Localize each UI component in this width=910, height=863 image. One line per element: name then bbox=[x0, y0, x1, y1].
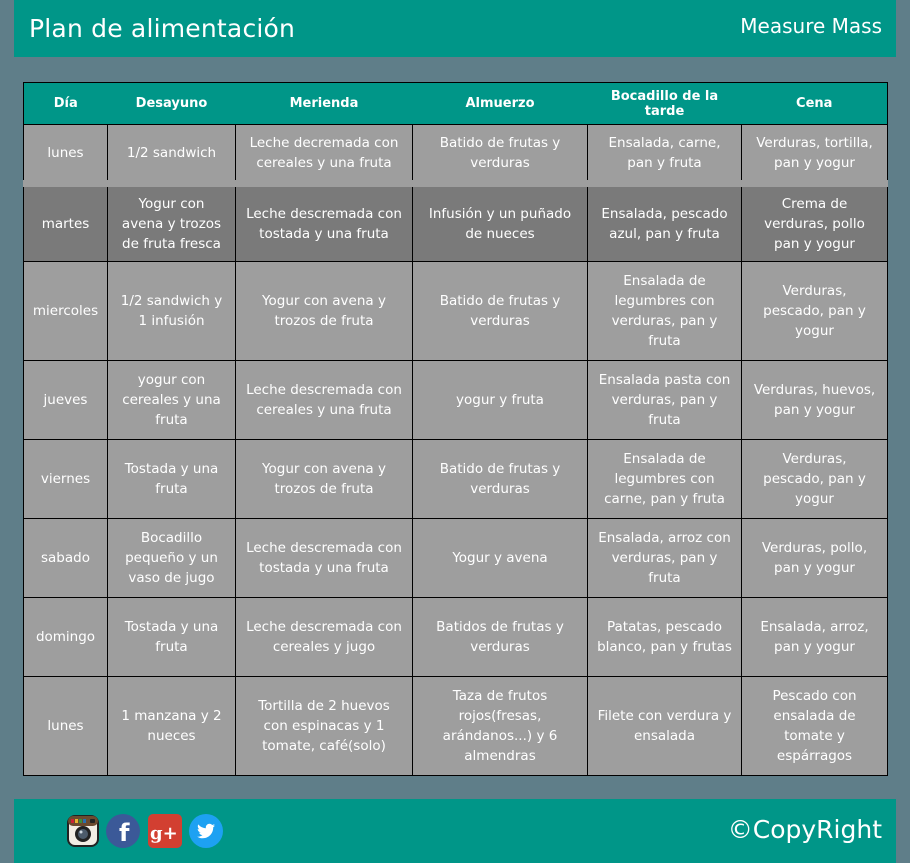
table-cell: Ensalada, pescado azul, pan y fruta bbox=[587, 180, 742, 262]
table-cell: yogur y fruta bbox=[412, 360, 588, 440]
table-cell: Batido de frutas y verduras bbox=[412, 439, 588, 519]
column-header-afternoon-snack: Bocadillo de la tarde bbox=[587, 82, 742, 125]
column-header-snack: Merienda bbox=[235, 82, 413, 125]
table-cell-day: viernes bbox=[23, 439, 108, 519]
table-cell: Ensalada, carne, pan y fruta bbox=[587, 124, 742, 184]
table-cell: Ensalada de legumbres con verduras, pan … bbox=[587, 261, 742, 361]
table-cell: Verduras, pescado, pan y yogur bbox=[741, 439, 888, 519]
table-cell: yogur con cereales y una fruta bbox=[107, 360, 236, 440]
table-row: lunes 1 manzana y 2 nueces Tortilla de 2… bbox=[23, 676, 888, 776]
table-cell-day: jueves bbox=[23, 360, 108, 440]
table-cell-day: sabado bbox=[23, 518, 108, 598]
google-plus-icon[interactable]: g+ bbox=[147, 813, 183, 849]
table-cell: Yogur con avena y trozos de fruta bbox=[235, 439, 413, 519]
table-cell: Tortilla de 2 huevos con espinacas y 1 t… bbox=[235, 676, 413, 776]
table-cell: Yogur con avena y trozos de fruta bbox=[235, 261, 413, 361]
page-title: Plan de alimentación bbox=[29, 14, 296, 43]
table-cell: Verduras, tortilla, pan y yogur bbox=[741, 124, 888, 184]
facebook-icon[interactable]: f bbox=[105, 813, 141, 849]
table-cell-day: lunes bbox=[23, 676, 108, 776]
table-cell: Yogur con avena y trozos de fruta fresca bbox=[107, 180, 236, 262]
table-cell: Verduras, pollo, pan y yogur bbox=[741, 518, 888, 598]
table-cell: Filete con verdura y ensalada bbox=[587, 676, 742, 776]
table-cell: 1 manzana y 2 nueces bbox=[107, 676, 236, 776]
table-cell: 1/2 sandwich bbox=[107, 124, 236, 184]
table-cell-day: miercoles bbox=[23, 261, 108, 361]
table-row: miercoles 1/2 sandwich y 1 infusión Yogu… bbox=[23, 261, 888, 361]
table-cell: Ensalada, arroz, pan y yogur bbox=[741, 597, 888, 677]
table-cell: Bocadillo pequeño y un vaso de jugo bbox=[107, 518, 236, 598]
table-cell: 1/2 sandwich y 1 infusión bbox=[107, 261, 236, 361]
instagram-icon[interactable] bbox=[65, 813, 101, 849]
table-header-row: Día Desayuno Merienda Almuerzo Bocadillo… bbox=[23, 82, 888, 125]
column-header-lunch: Almuerzo bbox=[412, 82, 588, 125]
table-cell: Batido de frutas y verduras bbox=[412, 124, 588, 184]
table-cell: Leche descremada con tostada y una fruta bbox=[235, 518, 413, 598]
brand-link[interactable]: Measure Mass bbox=[740, 14, 882, 38]
table-cell: Tostada y una fruta bbox=[107, 597, 236, 677]
table-cell: Ensalada de legumbres con carne, pan y f… bbox=[587, 439, 742, 519]
table-cell: Pescado con ensalada de tomate y espárra… bbox=[741, 676, 888, 776]
table-row: lunes 1/2 sandwich Leche decremada con c… bbox=[23, 124, 888, 184]
page-header: Plan de alimentación Measure Mass bbox=[14, 0, 896, 57]
table-cell: Yogur y avena bbox=[412, 518, 588, 598]
table-row: domingo Tostada y una fruta Leche descre… bbox=[23, 597, 888, 677]
meal-plan-table-container: Día Desayuno Merienda Almuerzo Bocadillo… bbox=[23, 82, 888, 776]
table-cell: Verduras, pescado, pan y yogur bbox=[741, 261, 888, 361]
meal-plan-table: Día Desayuno Merienda Almuerzo Bocadillo… bbox=[23, 82, 888, 776]
page-footer: f g+ ©CopyRight bbox=[14, 799, 896, 863]
table-row-highlighted: martes Yogur con avena y trozos de fruta… bbox=[23, 180, 888, 262]
table-row: viernes Tostada y una fruta Yogur con av… bbox=[23, 439, 888, 519]
table-cell: Ensalada, arroz con verduras, pan y frut… bbox=[587, 518, 742, 598]
google-plus-glyph: g+ bbox=[150, 823, 178, 844]
table-cell: Leche decremada con cereales y una fruta bbox=[235, 124, 413, 184]
copyright-text: ©CopyRight bbox=[727, 815, 882, 844]
table-cell: Verduras, huevos, pan y yogur bbox=[741, 360, 888, 440]
table-cell-day: domingo bbox=[23, 597, 108, 677]
table-cell: Patatas, pescado blanco, pan y frutas bbox=[587, 597, 742, 677]
table-cell: Batidos de frutas y verduras bbox=[412, 597, 588, 677]
twitter-icon[interactable] bbox=[188, 813, 224, 849]
table-row: sabado Bocadillo pequeño y un vaso de ju… bbox=[23, 518, 888, 598]
table-cell: Infusión y un puñado de nueces bbox=[412, 180, 588, 262]
column-header-dinner: Cena bbox=[741, 82, 888, 125]
column-header-breakfast: Desayuno bbox=[107, 82, 236, 125]
table-cell: Crema de verduras, pollo pan y yogur bbox=[741, 180, 888, 262]
facebook-glyph: f bbox=[119, 819, 130, 847]
table-cell-day: lunes bbox=[23, 124, 108, 184]
table-cell: Ensalada pasta con verduras, pan y fruta bbox=[587, 360, 742, 440]
table-row: jueves yogur con cereales y una fruta Le… bbox=[23, 360, 888, 440]
table-cell: Tostada y una fruta bbox=[107, 439, 236, 519]
table-cell: Leche descremada con tostada y una fruta bbox=[235, 180, 413, 262]
table-cell: Batido de frutas y verduras bbox=[412, 261, 588, 361]
table-cell: Leche descremada con cereales y una frut… bbox=[235, 360, 413, 440]
table-cell: Leche descremada con cereales y jugo bbox=[235, 597, 413, 677]
column-header-day: Día bbox=[23, 82, 108, 125]
table-cell: Taza de frutos rojos(fresas, arándanos..… bbox=[412, 676, 588, 776]
table-cell-day: martes bbox=[23, 180, 108, 262]
